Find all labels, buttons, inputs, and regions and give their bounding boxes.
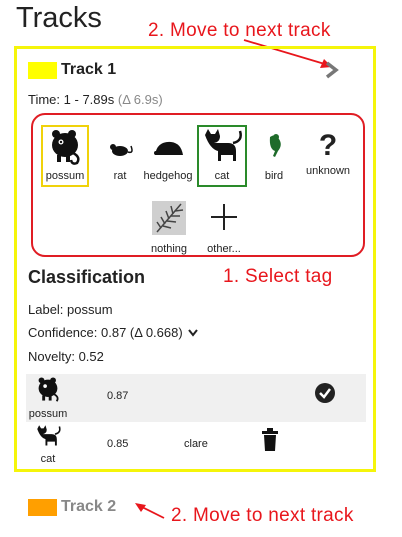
confidence-text: Confidence: 0.87 (Δ 0.668) [28, 325, 183, 340]
time-delta: (Δ 6.9s) [117, 92, 163, 107]
tag-label-other: other... [207, 243, 241, 255]
tag-label-hedgehog: hedgehog [143, 170, 193, 182]
classification-heading: Classification [28, 267, 146, 287]
track-1-color-swatch [28, 62, 57, 79]
tag-hedgehog[interactable]: hedgehog [140, 127, 196, 182]
possum-icon [38, 377, 59, 402]
annotation-arrow-bottom [135, 503, 165, 519]
tag-label-bird: bird [264, 170, 284, 182]
row-tag-label: cat [40, 453, 56, 465]
annotation-move-next-bottom: 2. Move to next track [171, 505, 354, 526]
cat-icon [205, 129, 242, 161]
tag-label-cat: cat [214, 170, 230, 182]
tag-label-possum: possum [45, 170, 85, 182]
time-label: Time: [28, 92, 61, 107]
page-title: Tracks [16, 2, 102, 34]
row-tag-label: possum [28, 408, 68, 420]
question-icon: ? [318, 129, 338, 162]
tag-bird[interactable]: bird [246, 127, 302, 182]
classification-label: Label: possum [28, 302, 113, 317]
track-1-name[interactable]: Track 1 [61, 61, 116, 79]
check-icon[interactable] [314, 382, 336, 404]
track-2-color-swatch [28, 499, 57, 516]
fern-icon [152, 201, 186, 235]
hedgehog-icon [154, 141, 183, 155]
tag-unknown[interactable]: ? unknown [300, 127, 356, 177]
next-track-chevron-icon[interactable] [322, 60, 342, 80]
cat-icon [37, 425, 61, 446]
row-tag-possum: possum [26, 375, 70, 420]
bird-icon [269, 134, 281, 157]
tag-possum[interactable]: possum [37, 127, 93, 182]
plus-icon [211, 204, 237, 230]
tag-nothing[interactable]: nothing [141, 198, 197, 255]
tag-cat[interactable]: cat [194, 127, 250, 182]
rat-icon [110, 144, 133, 156]
track-2-name[interactable]: Track 2 [61, 498, 116, 516]
row-score: 0.85 [107, 438, 129, 450]
time-value: 1 - 7.89s [63, 92, 115, 107]
annotation-select-tag: 1. Select tag [223, 266, 333, 287]
row-user: clare [184, 438, 208, 450]
possum-icon [52, 130, 80, 165]
trash-icon[interactable] [261, 428, 279, 452]
row-tag-cat: cat [26, 424, 70, 465]
row-score: 0.87 [107, 390, 129, 402]
tag-other[interactable]: other... [196, 198, 252, 255]
tag-label-nothing: nothing [150, 243, 188, 255]
tag-label-unknown: unknown [305, 165, 351, 177]
classification-confidence[interactable]: Confidence: 0.87 (Δ 0.668) [28, 325, 199, 340]
chevron-down-icon[interactable] [188, 329, 199, 337]
classification-novelty: Novelty: 0.52 [28, 349, 104, 364]
track-time: Time: 1 - 7.89s (Δ 6.9s) [28, 92, 163, 107]
